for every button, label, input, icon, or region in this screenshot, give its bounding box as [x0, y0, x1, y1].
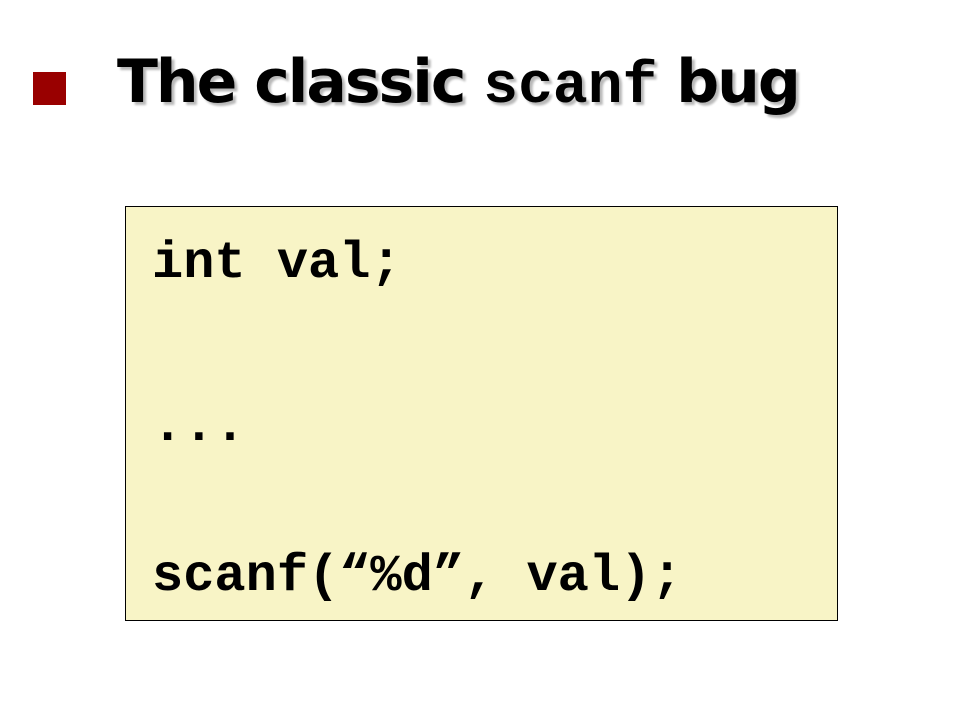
title-bullet [33, 72, 66, 105]
title-prefix: The classic [117, 47, 484, 117]
code-line-declaration: int val; [152, 234, 402, 293]
title-code-word: scanf [483, 55, 658, 120]
code-line-scanf-call: scanf(“%d”, val); [152, 547, 683, 606]
title-suffix: bug [657, 47, 801, 117]
slide-title: The classic scanf bug [117, 42, 801, 128]
code-snippet-box: int val; ... scanf(“%d”, val); [125, 206, 838, 621]
code-line-ellipsis: ... [152, 397, 246, 456]
